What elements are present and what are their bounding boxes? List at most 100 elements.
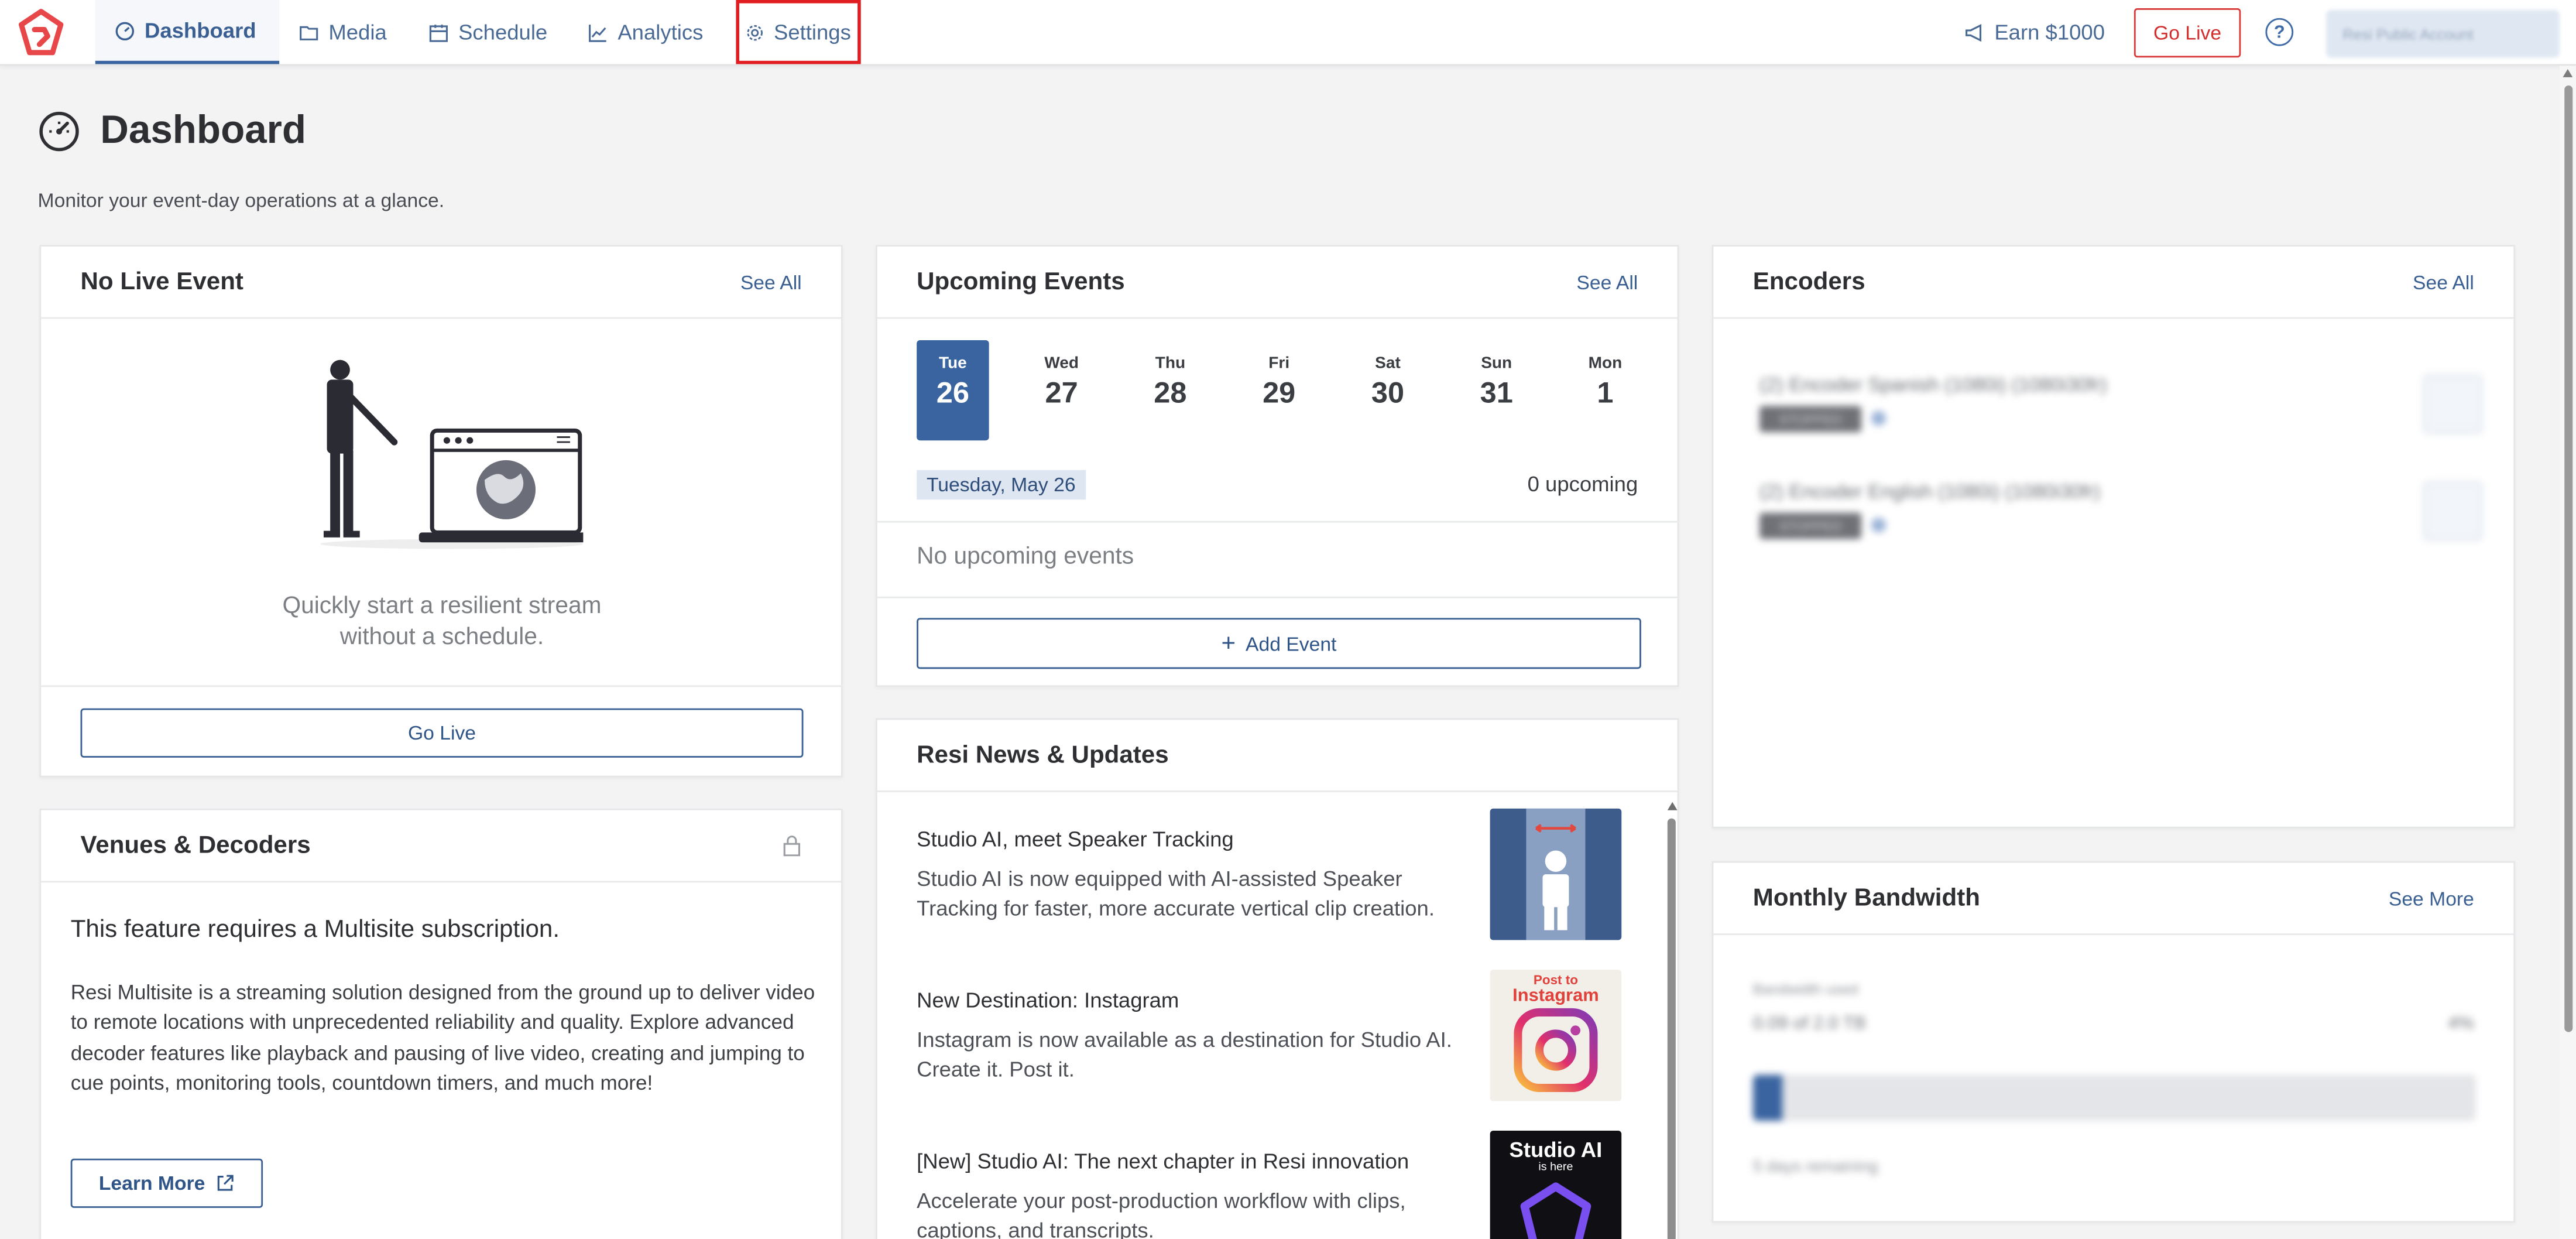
bandwidth-remaining: 5 days remaining [1752, 1158, 1878, 1177]
upcoming-events-card: Upcoming Events See All Tue 26 Wed 27 Thu 28… [875, 245, 1679, 687]
info-icon [1871, 410, 1886, 426]
news-card: Resi News & Updates Studio AI, meet Spea… [875, 718, 1679, 1239]
scrollbar-thumb[interactable] [2564, 85, 2573, 1032]
day-name: Fri [1268, 355, 1290, 374]
day-fri[interactable]: Fri 29 [1243, 340, 1315, 440]
card-title: Encoders [1752, 268, 1865, 296]
tab-label: Schedule [458, 19, 548, 45]
calendar-icon [429, 23, 448, 42]
tab-settings[interactable]: Settings [736, 0, 861, 64]
tab-media[interactable]: Media [279, 0, 406, 64]
day-date: 31 [1480, 376, 1513, 409]
add-event-label: Add Event [1246, 632, 1337, 655]
see-more-link[interactable]: See More [2389, 887, 2474, 909]
divider [877, 521, 1679, 523]
see-all-link[interactable]: See All [1576, 271, 1638, 293]
day-mon[interactable]: Mon 1 [1569, 340, 1641, 440]
speedometer-icon [39, 111, 79, 152]
folder-icon [300, 25, 318, 40]
card-title: No Live Event [80, 268, 243, 296]
monthly-bandwidth-card: Monthly Bandwidth See More Bandwidth used… [1711, 861, 2516, 1223]
external-link-icon [217, 1175, 234, 1191]
tab-schedule[interactable]: Schedule [409, 0, 567, 64]
help-icon[interactable]: ? [2265, 18, 2294, 46]
lock-icon [783, 836, 801, 857]
gear-icon [747, 24, 763, 40]
studio-ai-thumbnail: Studio AI is here [1490, 1131, 1622, 1239]
page-title: Dashboard [100, 108, 307, 153]
learn-more-label: Learn More [98, 1172, 205, 1195]
studio-ai-logo-icon [1520, 1182, 1591, 1239]
venues-decoders-card: Venues & Decoders This feature requires … [39, 808, 843, 1239]
top-navigation: Dashboard Media Schedule Analytics Setti… [0, 0, 2576, 66]
bandwidth-progress-bar [1752, 1074, 2476, 1121]
tab-label: Settings [773, 19, 851, 45]
megaphone-icon [1966, 23, 1982, 41]
week-day-picker: Tue 26 Wed 27 Thu 28 Fri 29 Sat 30 Sun 31 Mon 1 [917, 340, 1641, 441]
news-scrollbar[interactable] [1666, 799, 1678, 1239]
encoder-status-badge: STOPPED [1759, 406, 1861, 433]
person-with-laptop-illustration [320, 360, 584, 549]
day-date: 29 [1263, 376, 1296, 409]
see-all-link[interactable]: See All [740, 271, 802, 293]
day-name: Mon [1588, 355, 1623, 374]
go-live-button[interactable]: Go Live [80, 708, 804, 758]
page-scrollbar[interactable] [2559, 66, 2576, 1239]
day-name: Wed [1044, 355, 1079, 374]
encoder-status-badge: STOPPED [1759, 512, 1861, 539]
account-selector[interactable]: Resi Public Account [2326, 9, 2560, 58]
go-live-header-button[interactable]: Go Live [2133, 8, 2241, 58]
news-item-body: Instagram is now available as a destinat… [917, 1027, 1452, 1081]
day-sat[interactable]: Sat 30 [1352, 340, 1424, 440]
selected-date-badge: Tuesday, May 26 [917, 470, 1086, 500]
multisite-heading: This feature requires a Multisite subscr… [70, 915, 560, 944]
instagram-logo-icon [1514, 1008, 1598, 1093]
encoder-action-button[interactable] [2423, 374, 2482, 434]
news-item-body: Studio AI is now equipped with AI-assist… [917, 866, 1435, 920]
tab-dashboard[interactable]: Dashboard [95, 0, 280, 64]
encoder-action-button[interactable] [2423, 481, 2482, 541]
plus-icon: + [1221, 628, 1236, 657]
day-name: Sun [1481, 355, 1512, 374]
add-event-button[interactable]: + Add Event [917, 618, 1641, 669]
day-wed[interactable]: Wed 27 [1025, 340, 1097, 440]
news-item-body: Accelerate your post-production workflow… [917, 1188, 1406, 1239]
card-title: Resi News & Updates [917, 741, 1169, 769]
day-date: 27 [1045, 376, 1078, 409]
see-all-link[interactable]: See All [2413, 271, 2474, 293]
day-sun[interactable]: Sun 31 [1460, 340, 1532, 440]
thumb-caption: is here [1538, 1162, 1573, 1173]
day-thu[interactable]: Thu 28 [1134, 340, 1206, 440]
multisite-description: Resi Multisite is a streaming solution d… [70, 981, 815, 1095]
encoders-card: Encoders See All (2) Encoder Spanish (108… [1711, 245, 2516, 829]
empty-state-line2: without a schedule. [339, 624, 544, 651]
account-name: Resi Public Account [2342, 25, 2474, 42]
learn-more-button[interactable]: Learn More [70, 1158, 263, 1208]
live-event-card: No Live Event See All Quickly start a res… [39, 245, 843, 778]
instagram-thumbnail: Post to Instagram [1490, 969, 1622, 1101]
scrollbar-thumb[interactable] [1667, 818, 1676, 1239]
earn-referral-link[interactable]: Earn $1000 [1965, 0, 2105, 64]
divider [41, 685, 843, 687]
encoder-name: (2) Encoder English (1080i) (1080i30fr) [1759, 480, 2101, 503]
earn-label: Earn $1000 [1994, 19, 2105, 45]
scroll-up-arrow-icon[interactable] [1667, 802, 1678, 810]
day-date: 26 [936, 376, 969, 409]
upcoming-count: 0 upcoming [1527, 471, 1638, 497]
day-tue[interactable]: Tue 26 [917, 340, 989, 441]
day-date: 1 [1597, 376, 1614, 409]
bandwidth-label: Bandwidth used [1752, 981, 1858, 998]
tab-label: Dashboard [144, 18, 256, 43]
divider [877, 596, 1679, 598]
day-name: Sat [1375, 355, 1401, 374]
tab-analytics[interactable]: Analytics [568, 0, 723, 64]
day-date: 30 [1371, 376, 1405, 409]
card-title: Monthly Bandwidth [1752, 884, 1980, 912]
day-name: Thu [1155, 355, 1186, 374]
page-header: Dashboard [38, 108, 307, 155]
resi-logo-icon[interactable] [16, 8, 66, 57]
scroll-up-arrow-icon[interactable] [2563, 69, 2573, 77]
thumb-caption: Studio AI [1509, 1137, 1603, 1162]
card-title: Venues & Decoders [80, 831, 311, 860]
empty-state-line1: Quickly start a resilient stream [282, 593, 602, 620]
